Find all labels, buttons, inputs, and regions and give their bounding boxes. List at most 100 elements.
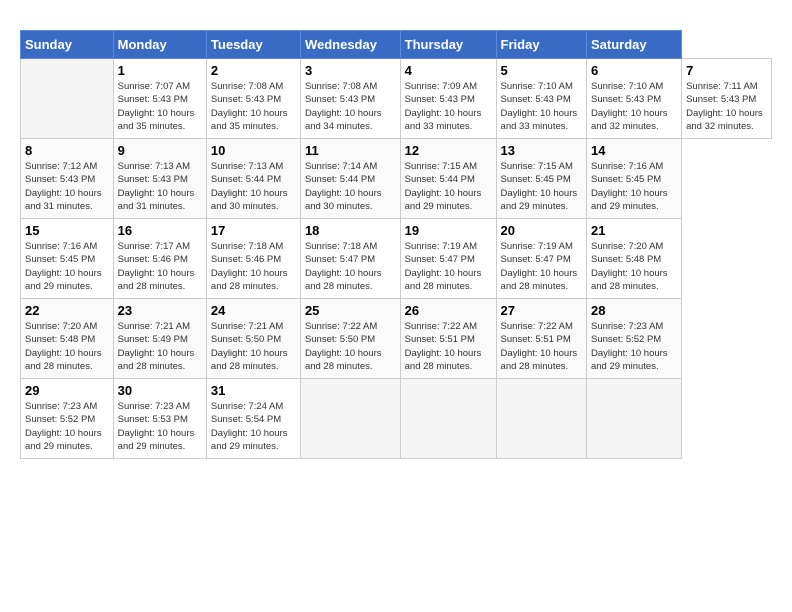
day-number: 12 xyxy=(405,143,492,158)
calendar-day: 12 Sunrise: 7:15 AMSunset: 5:44 PMDayligh… xyxy=(400,139,496,219)
calendar-day: 26 Sunrise: 7:22 AMSunset: 5:51 PMDayligh… xyxy=(400,299,496,379)
day-info: Sunrise: 7:18 AMSunset: 5:46 PMDaylight:… xyxy=(211,240,296,293)
day-number: 20 xyxy=(501,223,582,238)
day-info: Sunrise: 7:21 AMSunset: 5:50 PMDaylight:… xyxy=(211,320,296,373)
calendar-day: 20 Sunrise: 7:19 AMSunset: 5:47 PMDayligh… xyxy=(496,219,586,299)
day-number: 3 xyxy=(305,63,396,78)
day-number: 21 xyxy=(591,223,677,238)
day-info: Sunrise: 7:14 AMSunset: 5:44 PMDaylight:… xyxy=(305,160,396,213)
calendar-day xyxy=(496,379,586,459)
day-info: Sunrise: 7:08 AMSunset: 5:43 PMDaylight:… xyxy=(211,80,296,133)
day-number: 24 xyxy=(211,303,296,318)
calendar-day: 13 Sunrise: 7:15 AMSunset: 5:45 PMDayligh… xyxy=(496,139,586,219)
day-info: Sunrise: 7:15 AMSunset: 5:45 PMDaylight:… xyxy=(501,160,582,213)
calendar-day: 23 Sunrise: 7:21 AMSunset: 5:49 PMDayligh… xyxy=(113,299,206,379)
day-number: 30 xyxy=(118,383,202,398)
calendar-day: 2 Sunrise: 7:08 AMSunset: 5:43 PMDaylight… xyxy=(206,59,300,139)
calendar-day: 16Sunrise: 7:17 AMSunset: 5:46 PMDayligh… xyxy=(113,219,206,299)
day-number: 28 xyxy=(591,303,677,318)
day-number: 18 xyxy=(305,223,396,238)
day-number: 13 xyxy=(501,143,582,158)
calendar-header-row: SundayMondayTuesdayWednesdayThursdayFrid… xyxy=(21,31,772,59)
day-number: 15 xyxy=(25,223,109,238)
calendar-day: 30 Sunrise: 7:23 AMSunset: 5:53 PMDayligh… xyxy=(113,379,206,459)
calendar-day: 31Sunrise: 7:24 AMSunset: 5:54 PMDayligh… xyxy=(206,379,300,459)
calendar-day: 14Sunrise: 7:16 AMSunset: 5:45 PMDayligh… xyxy=(586,139,681,219)
day-info: Sunrise: 7:19 AMSunset: 5:47 PMDaylight:… xyxy=(405,240,492,293)
day-number: 19 xyxy=(405,223,492,238)
calendar-table: SundayMondayTuesdayWednesdayThursdayFrid… xyxy=(20,30,772,459)
calendar-week-row: 8 Sunrise: 7:12 AMSunset: 5:43 PMDaylight… xyxy=(21,139,772,219)
calendar-day: 28 Sunrise: 7:23 AMSunset: 5:52 PMDayligh… xyxy=(586,299,681,379)
day-number: 17 xyxy=(211,223,296,238)
day-number: 29 xyxy=(25,383,109,398)
calendar-day: 10 Sunrise: 7:13 AMSunset: 5:44 PMDayligh… xyxy=(206,139,300,219)
column-header-wednesday: Wednesday xyxy=(300,31,400,59)
day-number: 7 xyxy=(686,63,767,78)
day-info: Sunrise: 7:23 AMSunset: 5:53 PMDaylight:… xyxy=(118,400,202,453)
day-info: Sunrise: 7:13 AMSunset: 5:43 PMDaylight:… xyxy=(118,160,202,213)
day-number: 31 xyxy=(211,383,296,398)
day-number: 11 xyxy=(305,143,396,158)
day-info: Sunrise: 7:10 AMSunset: 5:43 PMDaylight:… xyxy=(501,80,582,133)
day-info: Sunrise: 7:19 AMSunset: 5:47 PMDaylight:… xyxy=(501,240,582,293)
calendar-day: 9Sunrise: 7:13 AMSunset: 5:43 PMDaylight… xyxy=(113,139,206,219)
calendar-day: 4 Sunrise: 7:09 AMSunset: 5:43 PMDaylight… xyxy=(400,59,496,139)
day-number: 26 xyxy=(405,303,492,318)
day-number: 27 xyxy=(501,303,582,318)
day-info: Sunrise: 7:12 AMSunset: 5:43 PMDaylight:… xyxy=(25,160,109,213)
column-header-saturday: Saturday xyxy=(586,31,681,59)
day-info: Sunrise: 7:16 AMSunset: 5:45 PMDaylight:… xyxy=(25,240,109,293)
day-info: Sunrise: 7:20 AMSunset: 5:48 PMDaylight:… xyxy=(25,320,109,373)
calendar-day: 8 Sunrise: 7:12 AMSunset: 5:43 PMDaylight… xyxy=(21,139,114,219)
calendar-day: 17 Sunrise: 7:18 AMSunset: 5:46 PMDayligh… xyxy=(206,219,300,299)
calendar-day: 3 Sunrise: 7:08 AMSunset: 5:43 PMDaylight… xyxy=(300,59,400,139)
day-info: Sunrise: 7:15 AMSunset: 5:44 PMDaylight:… xyxy=(405,160,492,213)
day-number: 1 xyxy=(118,63,202,78)
day-info: Sunrise: 7:22 AMSunset: 5:51 PMDaylight:… xyxy=(405,320,492,373)
calendar-week-row: 1 Sunrise: 7:07 AMSunset: 5:43 PMDaylight… xyxy=(21,59,772,139)
day-info: Sunrise: 7:18 AMSunset: 5:47 PMDaylight:… xyxy=(305,240,396,293)
column-header-tuesday: Tuesday xyxy=(206,31,300,59)
day-info: Sunrise: 7:10 AMSunset: 5:43 PMDaylight:… xyxy=(591,80,677,133)
calendar-day: 25Sunrise: 7:22 AMSunset: 5:50 PMDayligh… xyxy=(300,299,400,379)
day-info: Sunrise: 7:11 AMSunset: 5:43 PMDaylight:… xyxy=(686,80,767,133)
calendar-day xyxy=(400,379,496,459)
calendar-day: 19 Sunrise: 7:19 AMSunset: 5:47 PMDayligh… xyxy=(400,219,496,299)
calendar-day: 29 Sunrise: 7:23 AMSunset: 5:52 PMDayligh… xyxy=(21,379,114,459)
day-number: 10 xyxy=(211,143,296,158)
day-info: Sunrise: 7:08 AMSunset: 5:43 PMDaylight:… xyxy=(305,80,396,133)
day-info: Sunrise: 7:22 AMSunset: 5:51 PMDaylight:… xyxy=(501,320,582,373)
calendar-day: 27 Sunrise: 7:22 AMSunset: 5:51 PMDayligh… xyxy=(496,299,586,379)
day-info: Sunrise: 7:13 AMSunset: 5:44 PMDaylight:… xyxy=(211,160,296,213)
column-header-monday: Monday xyxy=(113,31,206,59)
column-header-friday: Friday xyxy=(496,31,586,59)
column-header-thursday: Thursday xyxy=(400,31,496,59)
calendar-day: 6 Sunrise: 7:10 AMSunset: 5:43 PMDaylight… xyxy=(586,59,681,139)
calendar-day: 21 Sunrise: 7:20 AMSunset: 5:48 PMDayligh… xyxy=(586,219,681,299)
day-info: Sunrise: 7:09 AMSunset: 5:43 PMDaylight:… xyxy=(405,80,492,133)
calendar-week-row: 15 Sunrise: 7:16 AMSunset: 5:45 PMDayligh… xyxy=(21,219,772,299)
calendar-day: 18 Sunrise: 7:18 AMSunset: 5:47 PMDayligh… xyxy=(300,219,400,299)
day-info: Sunrise: 7:21 AMSunset: 5:49 PMDaylight:… xyxy=(118,320,202,373)
day-number: 5 xyxy=(501,63,582,78)
day-number: 2 xyxy=(211,63,296,78)
day-info: Sunrise: 7:07 AMSunset: 5:43 PMDaylight:… xyxy=(118,80,202,133)
calendar-day: 5 Sunrise: 7:10 AMSunset: 5:43 PMDaylight… xyxy=(496,59,586,139)
calendar-day: 22 Sunrise: 7:20 AMSunset: 5:48 PMDayligh… xyxy=(21,299,114,379)
day-info: Sunrise: 7:23 AMSunset: 5:52 PMDaylight:… xyxy=(591,320,677,373)
day-number: 6 xyxy=(591,63,677,78)
calendar-week-row: 22 Sunrise: 7:20 AMSunset: 5:48 PMDayligh… xyxy=(21,299,772,379)
day-number: 14 xyxy=(591,143,677,158)
calendar-day: 1 Sunrise: 7:07 AMSunset: 5:43 PMDaylight… xyxy=(113,59,206,139)
day-number: 4 xyxy=(405,63,492,78)
column-header-sunday: Sunday xyxy=(21,31,114,59)
day-info: Sunrise: 7:20 AMSunset: 5:48 PMDaylight:… xyxy=(591,240,677,293)
day-number: 8 xyxy=(25,143,109,158)
day-info: Sunrise: 7:23 AMSunset: 5:52 PMDaylight:… xyxy=(25,400,109,453)
day-number: 23 xyxy=(118,303,202,318)
calendar-day xyxy=(300,379,400,459)
day-info: Sunrise: 7:22 AMSunset: 5:50 PMDaylight:… xyxy=(305,320,396,373)
calendar-day xyxy=(586,379,681,459)
day-number: 22 xyxy=(25,303,109,318)
